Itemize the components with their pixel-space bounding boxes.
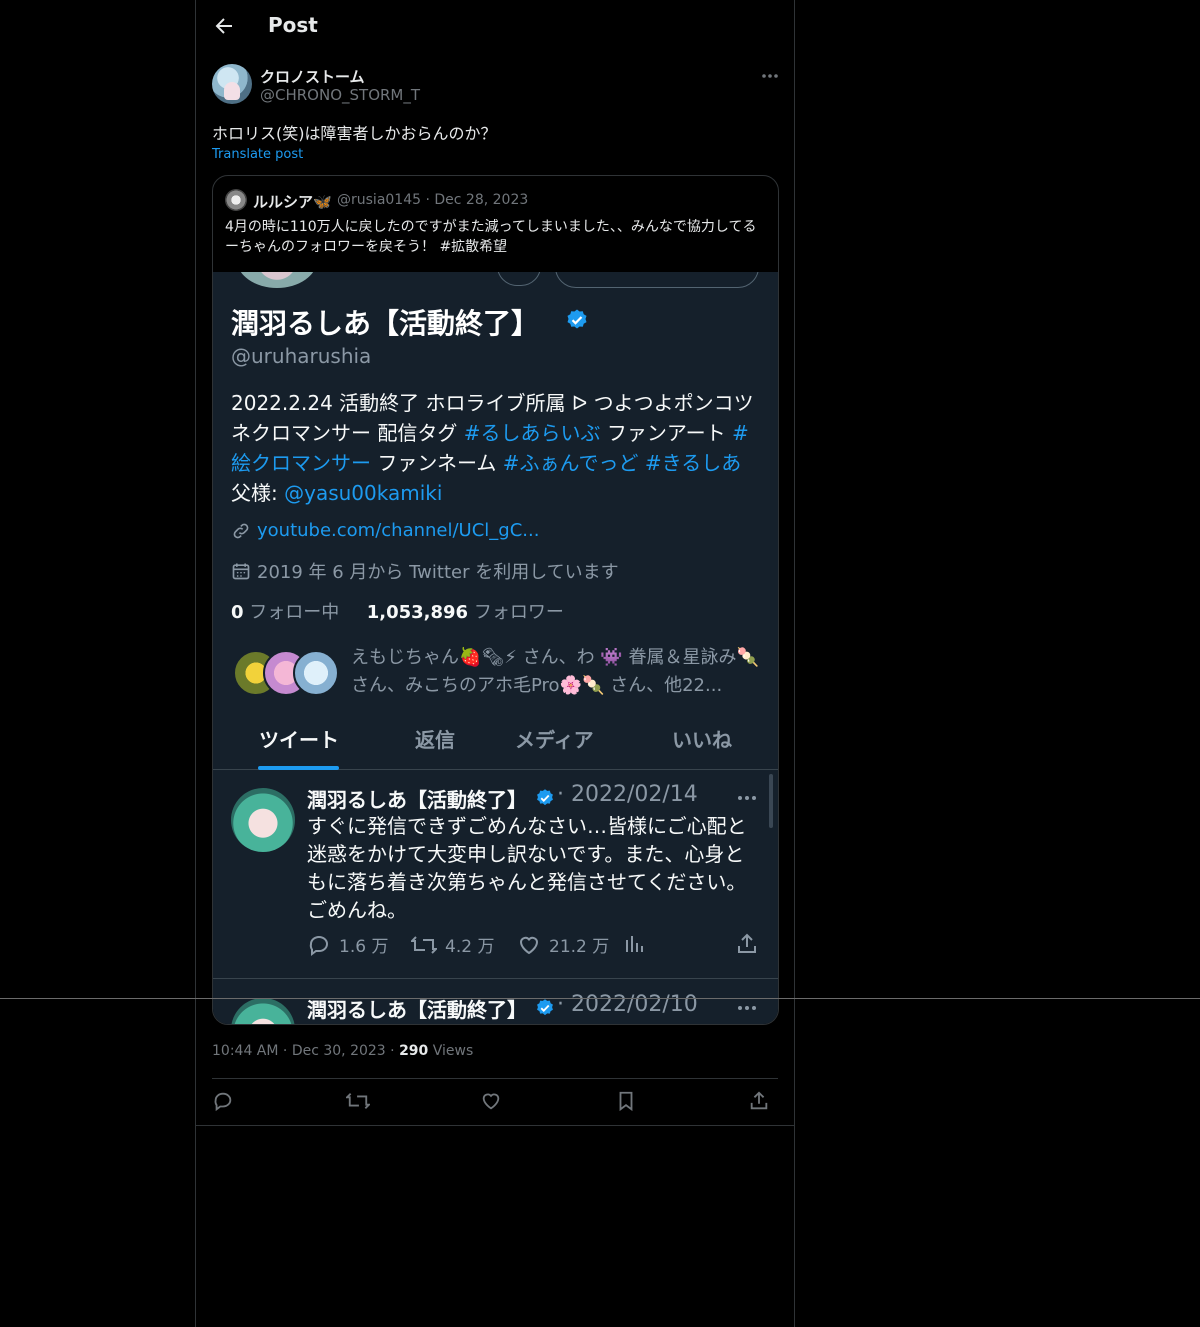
more-icon[interactable]	[760, 66, 780, 86]
following-count: 0	[231, 602, 244, 623]
screenshot-tabs: ツイート 返信 メディア いいね	[213, 708, 778, 770]
reply-icon[interactable]	[212, 1090, 234, 1112]
reply-count: 1.6 万	[339, 937, 389, 957]
bio-hashtag: #るしあらいぶ	[463, 421, 601, 445]
screenshot-button	[497, 272, 541, 286]
tweet-actions: 1.6 万 4.2 万 21.2 万	[307, 932, 767, 962]
post-actions	[212, 1088, 778, 1116]
screenshot-joined-row: 2019 年 6 月から Twitter を利用しています	[231, 558, 619, 584]
screenshot-bio: 2022.2.24 活動終了 ホロライブ所属 ᐅ つよつよポンコツネクロマンサー…	[231, 388, 761, 508]
translate-post-link[interactable]: Translate post	[212, 147, 303, 162]
share-action	[735, 932, 759, 956]
share-icon	[735, 932, 759, 956]
avatar[interactable]	[212, 64, 252, 104]
dot-separator: ·	[282, 1043, 292, 1059]
active-tab-indicator	[258, 766, 339, 770]
retweet-icon	[411, 933, 437, 957]
followers-count: 1,053,896	[366, 602, 469, 623]
dot-separator: ·	[390, 1043, 400, 1059]
bio-text: ファンアート	[600, 421, 732, 445]
link-icon	[231, 521, 251, 541]
bio-text: 父様:	[231, 481, 285, 505]
screenshot-joined: 2019 年 6 月から Twitter を利用しています	[257, 562, 619, 583]
like-count: 21.2 万	[549, 937, 610, 957]
like-action: 21.2 万	[517, 932, 609, 957]
quote-meta: @rusia0145 · Dec 28, 2023	[337, 192, 528, 208]
quote-text: 4月の時に110万人に戻したのですがまた減ってしまいました、、みんなで協力してる…	[225, 219, 757, 255]
views-count: 290	[399, 1043, 429, 1059]
following-label: フォロー中	[249, 602, 340, 623]
overlay-line	[0, 998, 1200, 999]
tweet-avatar	[231, 788, 295, 852]
author-handle[interactable]: @CHRONO_STORM_T	[260, 86, 420, 104]
share-icon[interactable]	[748, 1090, 770, 1112]
divider	[212, 1078, 778, 1079]
bio-mention: @yasu00kamiki	[284, 481, 443, 505]
screenshot-profile-handle: @uruharushia	[231, 344, 372, 368]
like-icon	[517, 933, 541, 957]
screenshot-follow-button	[555, 272, 759, 288]
followed-by-text: えもじちゃん🍓🗞⚡ さん、わ 👾 眷属＆星詠み🍡 さん、みこちのアホ毛Pro🌸🍡…	[351, 647, 759, 696]
screenshot-follow-stats: 0 フォロー中 1,053,896 フォロワー	[231, 598, 564, 624]
bio-hashtag: #ふぁんでっど	[502, 451, 639, 475]
main-column: Post クロノストーム @CHRONO_STORM_T ホロリス(笑)は障害者…	[195, 0, 795, 1327]
screenshot-profile-avatar	[237, 272, 317, 288]
like-icon[interactable]	[480, 1090, 502, 1112]
header: Post	[196, 0, 794, 54]
more-icon	[735, 996, 759, 1020]
calendar-icon	[231, 561, 251, 581]
tweet-avatar	[231, 998, 295, 1024]
followers-label: フォロワー	[473, 602, 564, 623]
quote-avatar	[225, 189, 247, 211]
views-icon	[623, 932, 647, 956]
reply-action: 1.6 万	[307, 932, 388, 957]
follower-avatar	[293, 650, 339, 696]
divider	[196, 1125, 794, 1126]
reply-icon	[307, 933, 331, 957]
tab-media: メディア	[515, 728, 594, 752]
screenshot-scrollbar	[769, 774, 773, 828]
tab-tweets: ツイート	[259, 728, 339, 752]
page-title: Post	[268, 13, 318, 37]
tweet-date: · 2022/02/10	[557, 992, 698, 1017]
quoted-post[interactable]: ルルシア🦋 @rusia0145 · Dec 28, 2023 4月の時に110…	[212, 175, 779, 1025]
tab-replies: 返信	[415, 728, 455, 752]
tweet-date: · 2022/02/14	[557, 782, 698, 807]
tab-likes: いいね	[672, 728, 732, 752]
post-date[interactable]: Dec 30, 2023	[292, 1043, 386, 1059]
retweet-icon[interactable]	[346, 1090, 370, 1112]
quote-author-name: ルルシア🦋	[253, 193, 332, 211]
screenshot-profile-name: 潤羽るしあ【活動終了】	[231, 307, 540, 340]
tweet-text: すぐに発信できずごめんなさい…皆様にご心配と迷惑をかけて大変申し訳ないです。また…	[307, 814, 747, 922]
screenshot-link-row: youtube.com/channel/UCl_gC...	[231, 520, 539, 541]
tweet-author-name: 潤羽るしあ【活動終了】	[307, 788, 527, 812]
bio-hashtag: #きるしあ	[644, 451, 742, 475]
embedded-screenshot: 潤羽るしあ【活動終了】 @uruharushia 2022.2.24 活動終了 …	[213, 272, 778, 1024]
bookmark-icon[interactable]	[615, 1090, 637, 1112]
post-time[interactable]: 10:44 AM	[212, 1043, 278, 1059]
author-name[interactable]: クロノストーム	[260, 66, 365, 87]
quote-author-handle: @rusia0145	[337, 192, 422, 208]
bio-text: ファンネーム	[371, 451, 503, 475]
tweet-divider	[213, 978, 778, 979]
screenshot-link: youtube.com/channel/UCl_gC...	[257, 520, 540, 541]
quote-date: Dec 28, 2023	[434, 192, 529, 208]
post-meta: 10:44 AM · Dec 30, 2023 · 290 Views	[212, 1043, 473, 1059]
more-icon	[735, 786, 759, 810]
post-text: ホロリス(笑)は障害者しかおらんのか？	[212, 124, 497, 143]
retweet-count: 4.2 万	[445, 937, 495, 957]
views-action	[623, 932, 647, 956]
verified-icon	[535, 998, 555, 1018]
verified-icon	[535, 788, 555, 808]
views-label: Views	[432, 1043, 474, 1059]
verified-icon	[565, 308, 589, 332]
back-arrow-icon[interactable]	[212, 14, 236, 38]
retweet-action: 4.2 万	[411, 932, 494, 957]
